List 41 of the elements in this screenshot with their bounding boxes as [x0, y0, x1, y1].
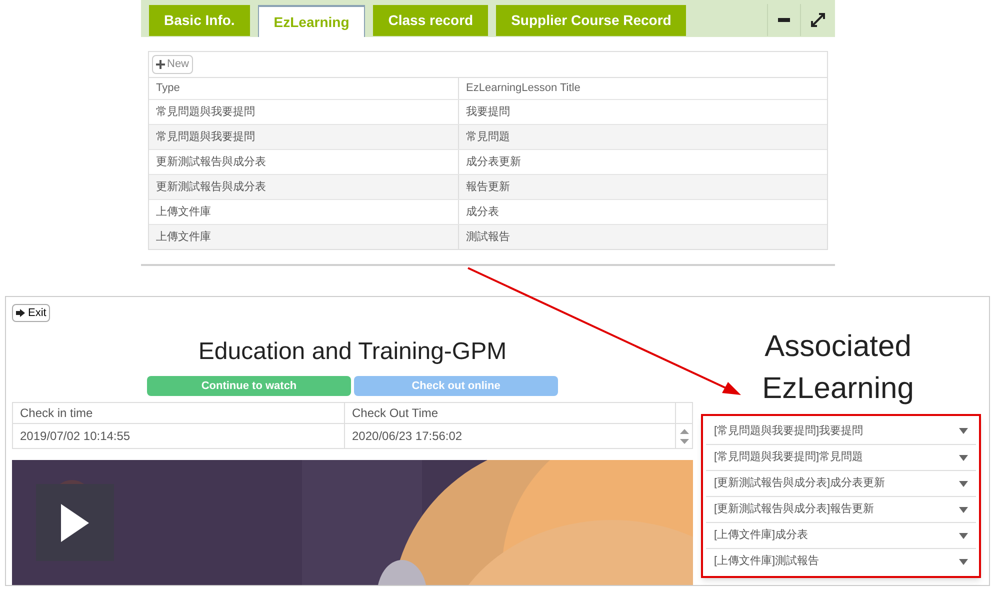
item-label: [常見問題與我要提問]常見問題 [714, 450, 864, 466]
item-label: [常見問題與我要提問]我要提問 [714, 424, 864, 439]
play-button[interactable] [36, 484, 114, 561]
expand-icon [811, 13, 825, 27]
dropdown-item[interactable]: [上傳文件庫]成分表 [706, 522, 976, 548]
table-cell-text: 成分表 [465, 204, 500, 220]
table-cell-text: 我要提問 [465, 104, 511, 120]
table-cell-text: 常見問題 [465, 130, 511, 145]
column-header: EzLearningLesson Title [465, 81, 582, 96]
table-cell: 2019/07/02 10:14:55 [13, 424, 345, 448]
table-cell-text: 測試報告 [465, 230, 511, 245]
table-cell: 上傳文件庫 [149, 225, 459, 249]
table-cell-text: 報告更新 [465, 180, 511, 195]
dropdown-item[interactable]: [更新測試報告與成分表]成分表更新 [706, 470, 976, 496]
scroll-arrows-icon[interactable] [680, 428, 688, 444]
caret-icon [959, 454, 968, 460]
caret-icon [959, 428, 968, 434]
item-label: [上傳文件庫]測試報告 [714, 554, 820, 570]
dropdown-item[interactable]: [上傳文件庫]測試報告 [706, 548, 976, 574]
exit-icon [16, 309, 25, 317]
column-header: Check Out Time [345, 403, 676, 423]
dropdown-item[interactable]: [更新測試報告與成分表]報告更新 [706, 496, 976, 522]
exit-button[interactable]: Exit [12, 304, 50, 322]
dropdown-item[interactable]: [常見問題與我要提問]我要提問 [706, 418, 976, 444]
table-cell-text: 成分表更新 [465, 154, 522, 170]
caret-icon [959, 480, 968, 486]
course-title: Education and Training-GPM [198, 337, 507, 367]
section-title: Associated EzLearning [761, 329, 915, 407]
column-header: Check in time [13, 403, 345, 423]
caret-icon [959, 506, 968, 512]
item-label: [更新測試報告與成分表]報告更新 [714, 502, 876, 518]
item-label: [上傳文件庫]成分表 [714, 528, 810, 544]
item-label: [更新測試報告與成分表]成分表更新 [714, 476, 886, 492]
minimize-icon [778, 18, 790, 22]
new-button[interactable]: New [152, 55, 194, 74]
caret-icon [959, 558, 968, 564]
caret-icon [959, 532, 968, 538]
plus-icon [156, 60, 165, 69]
play-icon [61, 504, 89, 542]
table-cell: 2020/06/23 17:56:02 [345, 424, 676, 448]
dropdown-item[interactable]: [常見問題與我要提問]常見問題 [706, 444, 976, 470]
